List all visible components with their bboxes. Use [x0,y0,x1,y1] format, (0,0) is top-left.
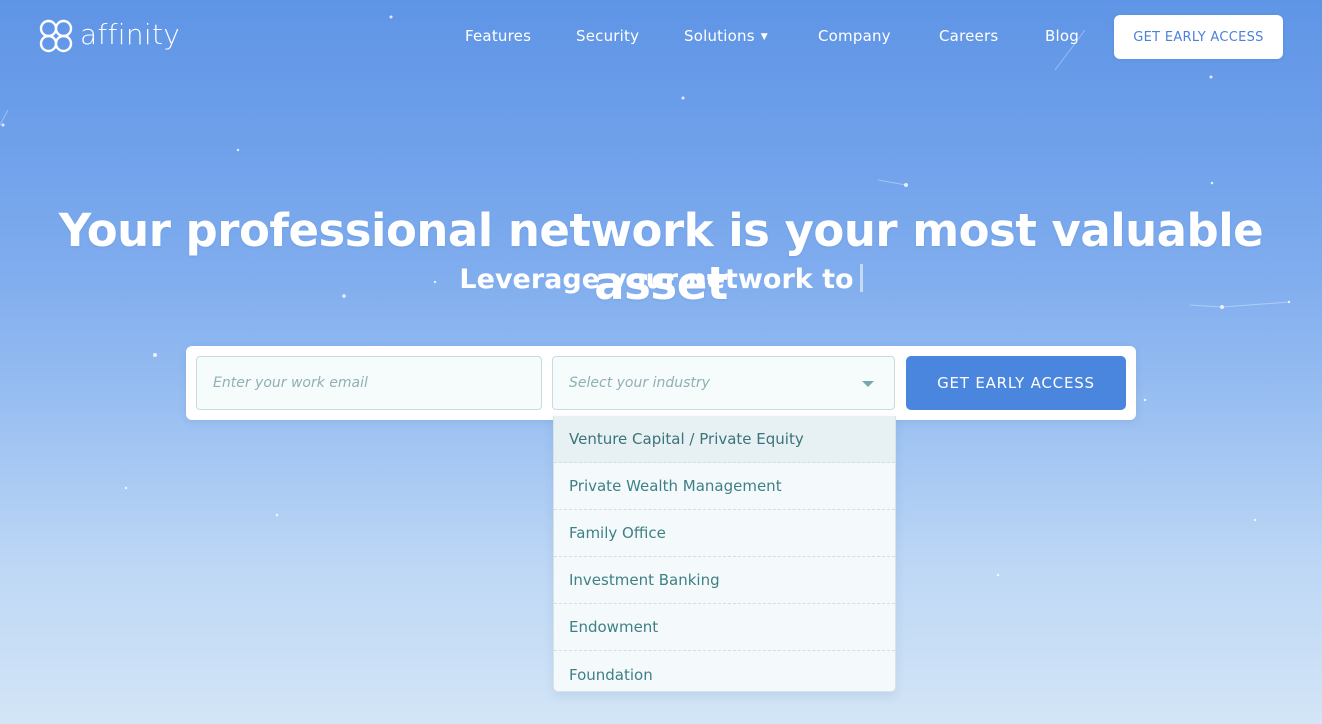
signup-form: Select your industry GET EARLY ACCESS [186,346,1136,420]
nav-link-label: Solutions [684,27,755,45]
industry-option-label: Foundation [569,665,653,684]
nav-link-label: Careers [939,27,999,45]
chevron-down-icon [862,381,874,387]
top-navigation: affinity Features Security Solutions ▼ Co… [0,0,1322,76]
industry-option-foundation[interactable]: Foundation [554,651,895,691]
nav-link-blog[interactable]: Blog [1045,27,1079,45]
industry-option-private-wealth[interactable]: Private Wealth Management [554,463,895,510]
typing-cursor [859,264,863,292]
nav-link-label: Security [576,27,640,45]
industry-option-investment-banking[interactable]: Investment Banking [554,557,895,604]
brand-logo[interactable]: affinity [38,18,180,54]
nav-link-careers[interactable]: Careers [939,27,998,45]
nav-cta-label: GET EARLY ACCESS [1133,29,1264,45]
nav-link-solutions[interactable]: Solutions ▼ [684,27,768,45]
industry-option-venture-capital[interactable]: Venture Capital / Private Equity [554,416,895,463]
nav-link-features[interactable]: Features [465,27,531,45]
industry-select-placeholder: Select your industry [569,375,710,391]
nav-link-label: Features [465,27,532,45]
industry-option-label: Family Office [569,524,666,542]
caret-down-icon: ▼ [760,32,768,42]
nav-link-company[interactable]: Company [818,27,891,45]
industry-dropdown-menu: Venture Capital / Private Equity Private… [553,416,896,692]
get-early-access-button[interactable]: GET EARLY ACCESS [906,356,1126,410]
industry-option-label: Endowment [569,618,659,636]
nav-link-security[interactable]: Security [576,27,639,45]
affinity-logo-icon [39,19,73,53]
nav-link-label: Company [818,27,891,45]
brand-name: affinity [80,17,181,51]
nav-get-early-access-button[interactable]: GET EARLY ACCESS [1114,15,1283,59]
hero-subline-text: Leverage your network to [459,264,854,295]
email-input[interactable] [196,356,542,410]
industry-select[interactable]: Select your industry [552,356,895,410]
industry-option-label: Venture Capital / Private Equity [569,430,804,448]
industry-option-label: Private Wealth Management [569,477,782,495]
hero-subline: Leverage your network to [0,264,1322,295]
form-cta-label: GET EARLY ACCESS [937,374,1095,392]
industry-option-endowment[interactable]: Endowment [554,604,895,651]
industry-option-label: Investment Banking [569,571,720,589]
nav-link-label: Blog [1045,27,1079,45]
industry-option-family-office[interactable]: Family Office [554,510,895,557]
